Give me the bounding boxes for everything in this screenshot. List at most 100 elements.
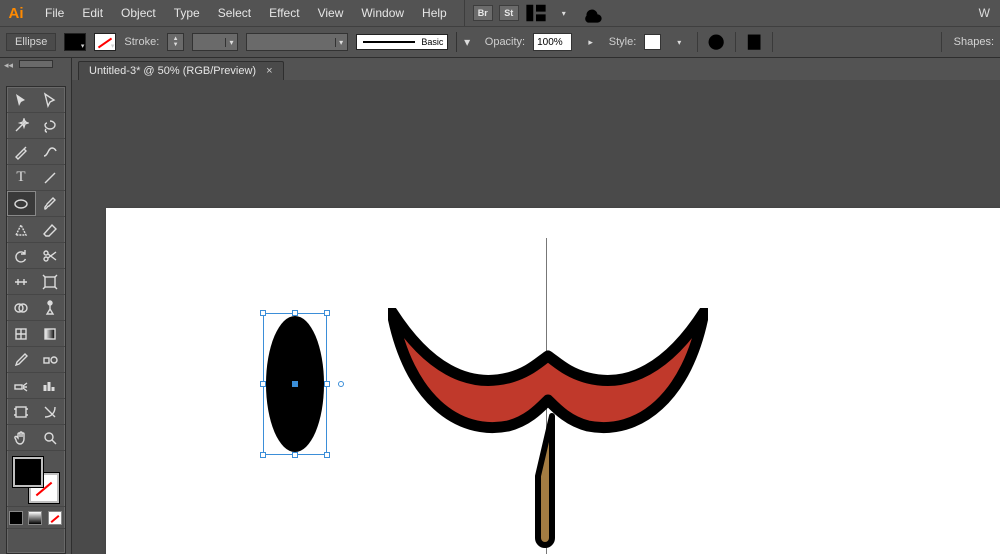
drawing-object[interactable] xyxy=(388,308,708,548)
tool-blend[interactable] xyxy=(36,347,65,373)
handle-s[interactable] xyxy=(292,452,298,458)
stroke-label: Stroke: xyxy=(124,36,159,48)
menu-file[interactable]: File xyxy=(36,0,73,26)
panel-collapse-gutter[interactable]: ◂◂ xyxy=(0,58,72,80)
selected-object[interactable] xyxy=(266,316,324,452)
document-tabs: Untitled-3* @ 50% (RGB/Preview) × xyxy=(72,58,1000,80)
fill-color-swatch[interactable] xyxy=(13,457,43,487)
color-mode-row xyxy=(7,507,65,529)
handle-nw[interactable] xyxy=(260,310,266,316)
menu-effect[interactable]: Effect xyxy=(260,0,308,26)
fill-stroke-control[interactable] xyxy=(7,451,65,507)
handle-se[interactable] xyxy=(324,452,330,458)
fill-swatch[interactable]: ▾ xyxy=(64,33,86,51)
handle-sw[interactable] xyxy=(260,452,266,458)
opacity-chevron-icon[interactable]: ▸ xyxy=(580,32,600,52)
tool-curvature[interactable] xyxy=(36,139,65,165)
color-mode-solid-icon[interactable] xyxy=(9,511,23,525)
tool-slice[interactable] xyxy=(36,399,65,425)
arrange-chevron-icon[interactable]: ▾ xyxy=(553,3,575,23)
graphic-style-swatch[interactable] xyxy=(644,34,661,50)
tool-symbol-sprayer[interactable] xyxy=(7,373,36,399)
app-logo: Ai xyxy=(4,1,28,25)
stroke-weight-dropdown[interactable]: ▾ xyxy=(192,33,238,51)
handle-n[interactable] xyxy=(292,310,298,316)
color-mode-none-icon[interactable] xyxy=(48,511,62,525)
tool-pen[interactable] xyxy=(7,139,36,165)
menu-edit[interactable]: Edit xyxy=(73,0,112,26)
color-wheel-icon xyxy=(706,32,726,52)
control-bar: Ellipse ▾ ▾ Stroke: ▾ ▾ Basic ▾ Opacity:… xyxy=(0,26,1000,58)
close-tab-icon[interactable]: × xyxy=(266,65,272,77)
menu-select[interactable]: Select xyxy=(209,0,260,26)
recolor-artwork-icon[interactable] xyxy=(706,32,726,52)
tool-lasso[interactable] xyxy=(36,113,65,139)
tool-shaper[interactable] xyxy=(7,217,36,243)
align-top-icon[interactable] xyxy=(859,32,881,52)
style-chevron-icon[interactable]: ▾ xyxy=(669,32,689,52)
menu-type[interactable]: Type xyxy=(165,0,209,26)
fill-swatch-group[interactable]: ▾ xyxy=(64,33,86,51)
handle-pie[interactable] xyxy=(338,381,344,387)
opacity-field[interactable]: 100% xyxy=(533,33,572,51)
brush-definition-chevron-icon[interactable]: ▾ xyxy=(456,32,476,52)
tool-magic-wand[interactable] xyxy=(7,113,36,139)
opacity-label: Opacity: xyxy=(485,36,525,48)
tool-rotate[interactable] xyxy=(7,243,36,269)
align-to-icon[interactable] xyxy=(744,32,764,52)
tool-hand[interactable] xyxy=(7,425,36,451)
style-label: Style: xyxy=(609,36,637,48)
align-h-center-icon[interactable] xyxy=(807,32,829,52)
tool-gradient[interactable] xyxy=(36,321,65,347)
tool-artboard[interactable] xyxy=(7,399,36,425)
tool-width[interactable] xyxy=(7,269,36,295)
arrange-icon[interactable] xyxy=(525,3,547,23)
var-width-profile-dropdown[interactable]: ▾ xyxy=(246,33,348,51)
tool-selection[interactable] xyxy=(7,87,36,113)
tool-column-graph[interactable] xyxy=(36,373,65,399)
align-bottom-icon[interactable] xyxy=(911,32,933,52)
tool-shape-builder[interactable] xyxy=(7,295,36,321)
tool-scissors[interactable] xyxy=(36,243,65,269)
document-tab[interactable]: Untitled-3* @ 50% (RGB/Preview) × xyxy=(78,61,284,80)
align-left-icon[interactable] xyxy=(781,32,803,52)
separator xyxy=(735,32,736,52)
separator xyxy=(772,32,773,52)
tool-ellipse[interactable] xyxy=(7,191,36,217)
sync-icon[interactable] xyxy=(581,3,603,23)
menu-object[interactable]: Object xyxy=(112,0,165,26)
tool-direct-selection[interactable] xyxy=(36,87,65,113)
brush-definition-label: Basic xyxy=(421,37,443,47)
handle-w[interactable] xyxy=(260,381,266,387)
bridge-icon[interactable]: Br xyxy=(473,5,493,21)
menu-help[interactable]: Help xyxy=(413,0,456,26)
handle-e[interactable] xyxy=(324,381,330,387)
handle-center[interactable] xyxy=(292,381,298,387)
tool-zoom[interactable] xyxy=(36,425,65,451)
tool-pin[interactable] xyxy=(36,295,65,321)
stroke-swatch[interactable]: ▾ xyxy=(94,33,116,51)
tool-mesh[interactable] xyxy=(7,321,36,347)
tool-free-transform[interactable] xyxy=(36,269,65,295)
stock-icon[interactable]: St xyxy=(499,5,519,21)
tool-line[interactable] xyxy=(36,165,65,191)
panel-grip-icon xyxy=(19,60,53,68)
workspace-label[interactable]: W xyxy=(973,6,996,20)
color-mode-gradient-icon[interactable] xyxy=(28,511,42,525)
stroke-swatch-group[interactable]: ▾ xyxy=(94,33,116,51)
menu-view[interactable]: View xyxy=(309,0,353,26)
tool-brush[interactable] xyxy=(36,191,65,217)
canvas[interactable] xyxy=(72,80,1000,554)
handle-ne[interactable] xyxy=(324,310,330,316)
separator xyxy=(941,32,942,52)
separator xyxy=(697,32,698,52)
align-right-icon[interactable] xyxy=(833,32,855,52)
brush-definition[interactable]: Basic xyxy=(356,34,449,50)
toolbox: T xyxy=(6,86,66,554)
tool-type[interactable]: T xyxy=(7,165,36,191)
tool-eraser[interactable] xyxy=(36,217,65,243)
menu-window[interactable]: Window xyxy=(352,0,413,26)
tool-eyedropper[interactable] xyxy=(7,347,36,373)
align-v-center-icon[interactable] xyxy=(885,32,907,52)
stroke-weight-stepper[interactable] xyxy=(167,33,184,51)
